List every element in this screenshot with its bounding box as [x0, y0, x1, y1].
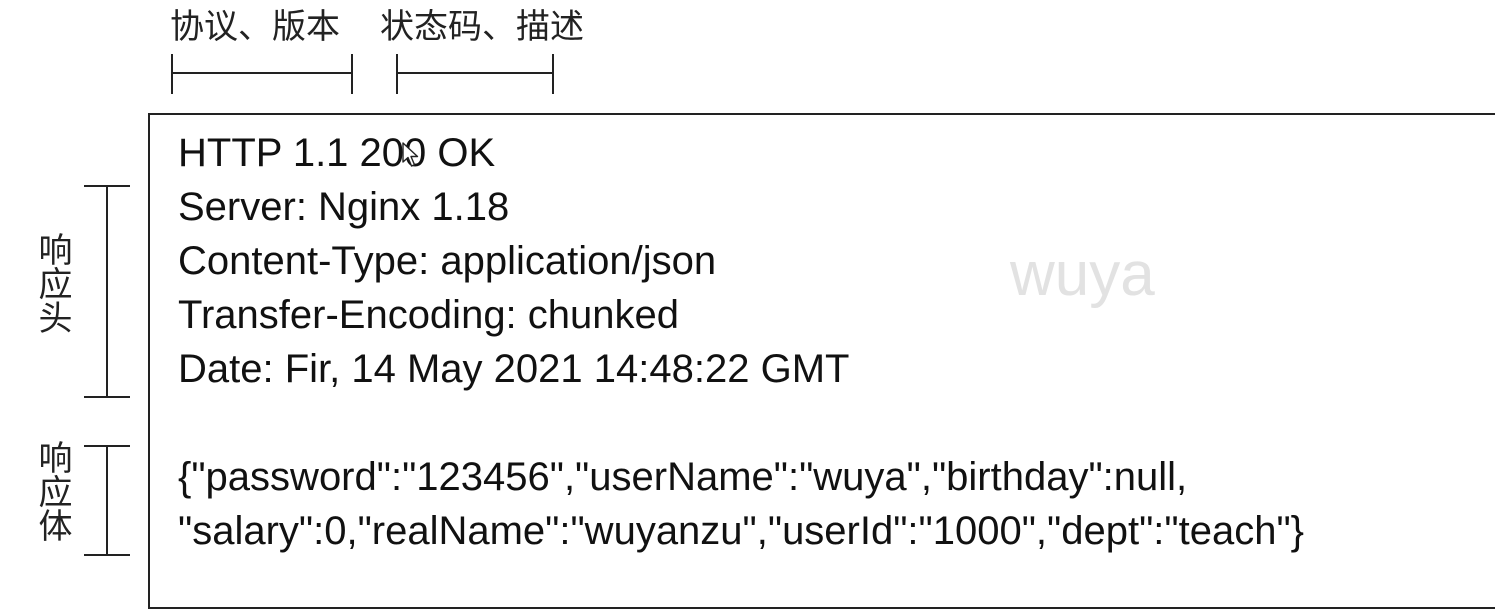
response-header-label: 响应头 [32, 232, 72, 334]
response-header-bracket [84, 185, 130, 398]
header-server: Server: Nginx 1.18 [178, 185, 510, 229]
http-response-box: HTTP 1.1 200 OK Server: Nginx 1.18 Conte… [148, 113, 1495, 609]
header-content-type: Content-Type: application/json [178, 239, 717, 283]
status-code-bracket [396, 54, 554, 94]
body-line: "salary":0,"realName":"wuyanzu","userId"… [178, 509, 1305, 553]
response-body-label: 响应体 [32, 440, 72, 542]
response-body-bracket [84, 445, 130, 556]
body-line: {"password":"123456","userName":"wuya","… [178, 455, 1188, 499]
header-transfer-encoding: Transfer-Encoding: chunked [178, 293, 680, 337]
watermark: wuya [1010, 240, 1155, 309]
protocol-version-bracket [171, 54, 353, 94]
protocol-version-label: 协议、版本 [170, 7, 340, 47]
mouse-pointer-icon [402, 142, 419, 167]
status-line: HTTP 1.1 200 OK [178, 131, 496, 175]
header-date: Date: Fir, 14 May 2021 14:48:22 GMT [178, 347, 850, 391]
status-code-description-label: 状态码、描述 [380, 7, 584, 47]
